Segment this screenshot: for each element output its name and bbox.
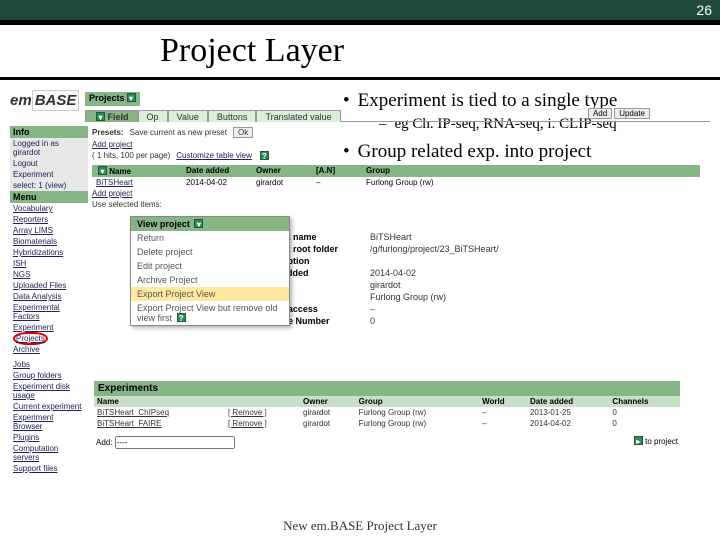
sidebar-item-plugins[interactable]: Plugins bbox=[10, 432, 88, 443]
sidebar-sel: select: 1 (view) bbox=[10, 180, 88, 191]
sidebar-item-experiment[interactable]: Experiment bbox=[10, 322, 88, 333]
page-number: 26 bbox=[696, 2, 712, 18]
sidebar-item-uploaded[interactable]: Uploaded Files bbox=[10, 280, 88, 291]
sidebar-exp: Experiment bbox=[10, 169, 88, 180]
context-menu: View project ▾ Return Delete project Edi… bbox=[130, 216, 290, 326]
sidebar-item-projects[interactable]: Projects bbox=[10, 333, 88, 344]
sidebar: Info Logged in as girardot Logout Experi… bbox=[10, 126, 88, 474]
add-project-link[interactable]: Add project bbox=[92, 140, 132, 149]
sidebar-logout[interactable]: Logout bbox=[10, 158, 88, 169]
sidebar-menu-head: Menu bbox=[10, 191, 88, 203]
title-bar: Project Layer bbox=[0, 22, 720, 80]
sidebar-item-support[interactable]: Support files bbox=[10, 463, 88, 474]
sidebar-item-reporters[interactable]: Reporters bbox=[10, 214, 88, 225]
ok-button[interactable]: Ok bbox=[233, 127, 253, 138]
table-row[interactable]: BiTSHeart 2014-04-02 girardot – Furlong … bbox=[92, 177, 700, 188]
section-header[interactable]: Projects▾ bbox=[85, 92, 140, 106]
sidebar-item-biomaterials[interactable]: Biomaterials bbox=[10, 236, 88, 247]
tab-buttons[interactable]: Buttons bbox=[208, 110, 257, 122]
main-area: Presets: Save current as new preset Ok A… bbox=[92, 126, 700, 210]
header-buttons: Add Update bbox=[588, 108, 650, 119]
help-icon[interactable]: ? bbox=[177, 313, 186, 322]
menu-return[interactable]: Return bbox=[131, 231, 289, 245]
tab-field[interactable]: ▾ Field bbox=[85, 110, 138, 122]
sidebar-info-head: Info bbox=[10, 126, 88, 138]
menu-archive[interactable]: Archive Project bbox=[131, 273, 289, 287]
menu-delete[interactable]: Delete project bbox=[131, 245, 289, 259]
sidebar-item-diskusage[interactable]: Experiment disk usage bbox=[10, 381, 88, 401]
slide-title: Project Layer bbox=[160, 32, 344, 70]
sidebar-item-currentexp[interactable]: Current experiment bbox=[10, 401, 88, 412]
tab-translated[interactable]: Translated value bbox=[256, 110, 340, 122]
remove-link[interactable]: [ Remove ] bbox=[225, 418, 300, 429]
tab-value[interactable]: Value bbox=[168, 110, 208, 122]
exp-table-header: NameOwnerGroupWorldDate addedChannels bbox=[94, 396, 680, 407]
menu-export[interactable]: Export Project View bbox=[131, 287, 289, 301]
sidebar-user: Logged in as girardot bbox=[10, 138, 88, 158]
sidebar-item-ngs[interactable]: NGS bbox=[10, 269, 88, 280]
sidebar-item-browser[interactable]: Experiment Browser bbox=[10, 412, 88, 432]
slide-footer: New em.BASE Project Layer bbox=[0, 518, 720, 534]
customize-link[interactable]: Customize table view bbox=[176, 151, 252, 160]
sidebar-item-dataanalysis[interactable]: Data Analysis bbox=[10, 291, 88, 302]
sidebar-item-factors[interactable]: Experimental Factors bbox=[10, 302, 88, 322]
experiments-panel: Experiments NameOwnerGroupWorldDate adde… bbox=[94, 381, 680, 452]
sidebar-item-ish[interactable]: ISH bbox=[10, 258, 88, 269]
menu-export-remove[interactable]: Export Project View but remove old view … bbox=[131, 301, 289, 325]
experiments-header: Experiments bbox=[94, 381, 680, 396]
table-row[interactable]: BiTSHeart_FAIRE[ Remove ]girardotFurlong… bbox=[94, 418, 680, 429]
tab-op[interactable]: Op bbox=[138, 110, 168, 122]
sidebar-item-jobs[interactable]: Jobs bbox=[10, 359, 88, 370]
sidebar-item-arraylims[interactable]: Array LIMS bbox=[10, 225, 88, 236]
add-project-link2[interactable]: Add project bbox=[92, 189, 132, 198]
remove-link[interactable]: [ Remove ] bbox=[225, 407, 300, 418]
sidebar-item-compservers[interactable]: Computation servers bbox=[10, 443, 88, 463]
table-row[interactable]: BiTSHeart_ChIPseq[ Remove ]girardotFurlo… bbox=[94, 407, 680, 418]
dropdown-icon[interactable]: ▾ bbox=[127, 93, 136, 102]
embase-app: emBASE Projects▾ ▾ Field Op Value Button… bbox=[10, 86, 710, 496]
sidebar-item-hybridizations[interactable]: Hybridizations bbox=[10, 247, 88, 258]
sidebar-item-archive[interactable]: Archive bbox=[10, 344, 88, 355]
sidebar-item-groupfolders[interactable]: Group folders bbox=[10, 370, 88, 381]
logo: emBASE bbox=[10, 92, 79, 109]
project-table-header: ▾ Name Date added Owner [A.N] Group bbox=[92, 165, 700, 177]
project-detail: Project nameBiTSHeart Project root folde… bbox=[260, 231, 670, 327]
add-button[interactable]: Add bbox=[588, 108, 612, 119]
menu-header: View project ▾ bbox=[131, 217, 289, 231]
submit-icon[interactable]: ▸ bbox=[634, 436, 643, 445]
help-icon[interactable]: ? bbox=[260, 151, 269, 160]
sidebar-item-vocabulary[interactable]: Vocabulary bbox=[10, 203, 88, 214]
update-button[interactable]: Update bbox=[614, 108, 650, 119]
close-icon[interactable]: ▾ bbox=[194, 219, 203, 228]
slide-topbar: 26 bbox=[0, 0, 720, 22]
menu-edit[interactable]: Edit project bbox=[131, 259, 289, 273]
add-exp-input[interactable] bbox=[115, 436, 235, 449]
